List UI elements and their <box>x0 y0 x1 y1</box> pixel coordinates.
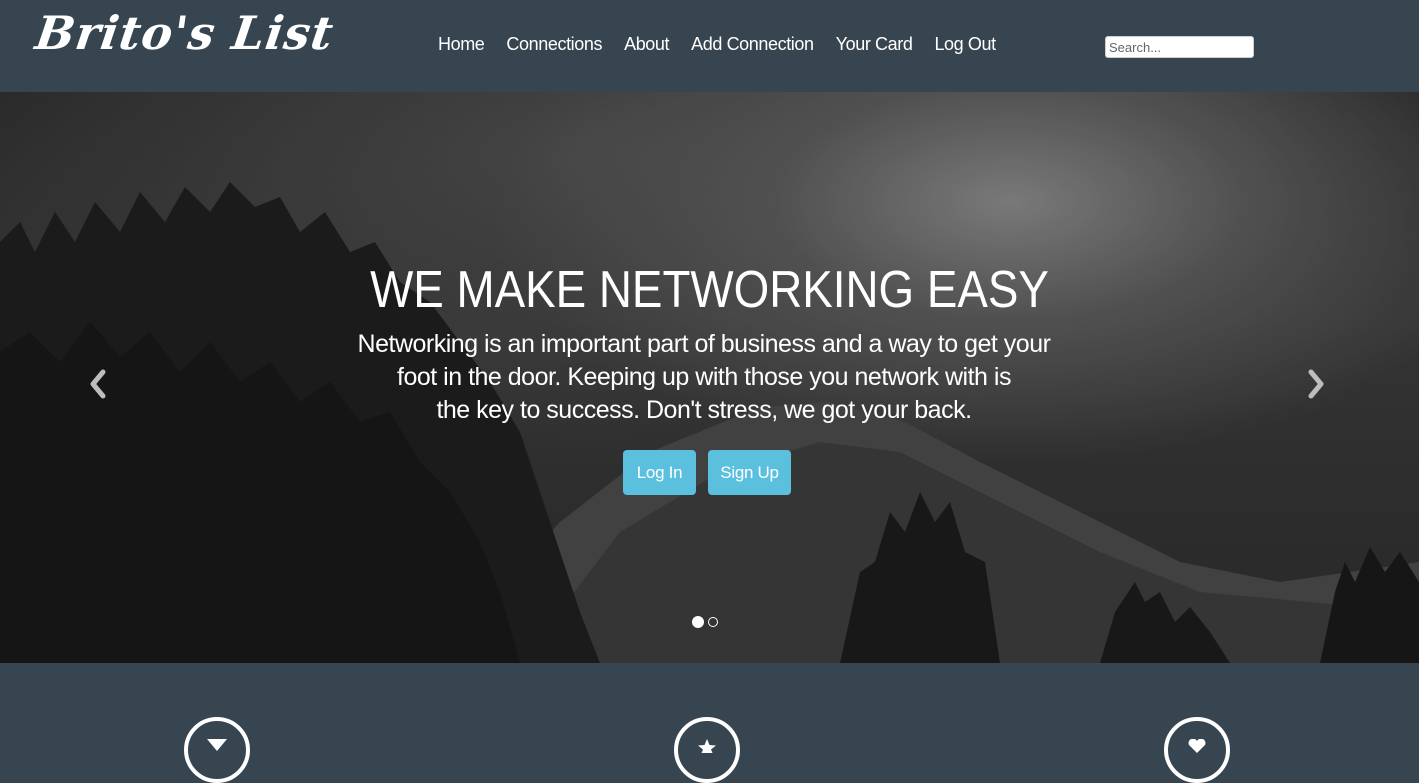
feature-circle-heart <box>1164 717 1230 783</box>
hero-description-line: the key to success. Don't stress, we got… <box>436 396 972 424</box>
feature-circle-hourglass <box>184 717 250 783</box>
nav-item-about[interactable]: About <box>624 34 669 58</box>
hero-description-line: foot in the door. Keeping up with those … <box>397 363 1011 391</box>
main-nav: Home Connections About Add Connection Yo… <box>438 34 996 58</box>
hero-description: Networking is an important part of busin… <box>354 328 1054 427</box>
chevron-right-icon <box>1308 369 1324 399</box>
features-section <box>0 663 1419 783</box>
carousel-prev-button[interactable] <box>83 364 113 404</box>
carousel-indicator-1[interactable] <box>692 616 704 628</box>
hero-carousel: WE MAKE NETWORKING EASY Networking is an… <box>0 92 1419 663</box>
nav-item-your-card[interactable]: Your Card <box>836 34 913 58</box>
signup-button[interactable]: Sign Up <box>708 450 791 495</box>
search-input[interactable] <box>1105 36 1254 58</box>
brand-logo[interactable]: Brito's List <box>32 6 337 60</box>
carousel-next-button[interactable] <box>1301 364 1331 404</box>
star-icon <box>698 739 716 753</box>
chevron-left-icon <box>90 369 106 399</box>
feature-circle-star <box>674 717 740 783</box>
nav-item-connections[interactable]: Connections <box>506 34 602 58</box>
heart-icon <box>1188 739 1206 753</box>
nav-item-home[interactable]: Home <box>438 34 485 58</box>
nav-item-add-connection[interactable]: Add Connection <box>691 34 814 58</box>
hero-title: WE MAKE NETWORKING EASY <box>370 261 1049 319</box>
carousel-indicators <box>692 616 718 628</box>
hourglass-icon <box>207 739 227 751</box>
carousel-indicator-2[interactable] <box>708 617 718 627</box>
login-button[interactable]: Log In <box>623 450 696 495</box>
navbar: Brito's List Home Connections About Add … <box>0 0 1419 92</box>
nav-item-log-out[interactable]: Log Out <box>934 34 996 58</box>
hero-description-line: Networking is an important part of busin… <box>357 330 1051 358</box>
